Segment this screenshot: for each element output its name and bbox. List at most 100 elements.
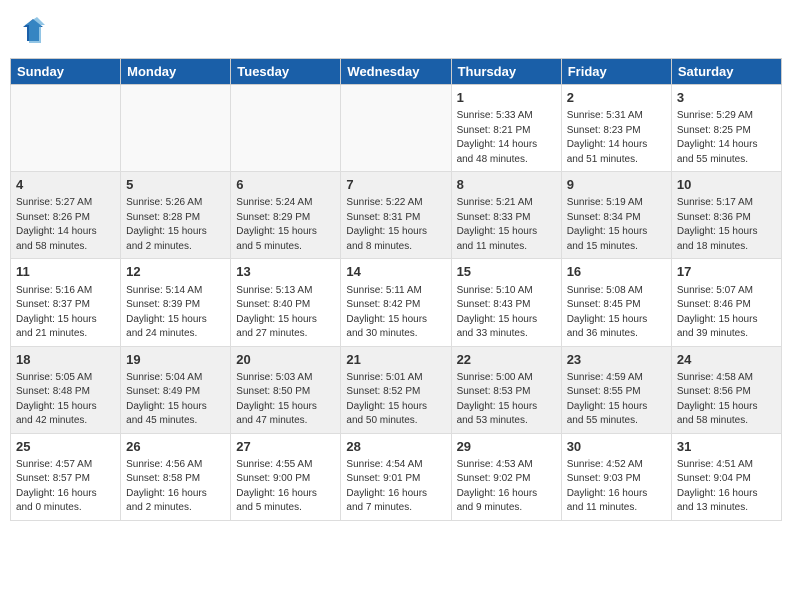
day-number: 26: [126, 438, 225, 456]
day-number: 24: [677, 351, 776, 369]
calendar-cell: 17 Sunrise: 5:07 AM Sunset: 8:46 PM Dayli…: [671, 259, 781, 346]
day-info: Sunrise: 5:24 AM Sunset: 8:29 PM Dayligh…: [236, 196, 335, 254]
day-info: Sunrise: 5:13 AM Sunset: 8:40 PM Dayligh…: [236, 284, 335, 342]
day-info: Sunrise: 5:27 AM Sunset: 8:26 PM Dayligh…: [16, 196, 115, 254]
day-info: Sunrise: 5:14 AM Sunset: 8:39 PM Dayligh…: [126, 284, 225, 342]
day-number: 31: [677, 438, 776, 456]
calendar-cell: 27Sunrise: 4:55 AM Sunset: 9:00 PM Dayli…: [231, 433, 341, 520]
calendar-cell: [341, 85, 451, 172]
day-number: 2: [567, 89, 666, 107]
weekday-header-thursday: Thursday: [451, 59, 561, 85]
day-number: 5: [126, 176, 225, 194]
day-number: 28: [346, 438, 445, 456]
day-number: 14: [346, 263, 445, 281]
day-number: 25: [16, 438, 115, 456]
day-info: Sunrise: 5:19 AM Sunset: 8:34 PM Dayligh…: [567, 196, 666, 254]
page-header: [10, 10, 782, 50]
calendar-cell: 20Sunrise: 5:03 AM Sunset: 8:50 PM Dayli…: [231, 346, 341, 433]
day-number: 12: [126, 263, 225, 281]
weekday-header-friday: Friday: [561, 59, 671, 85]
day-info: Sunrise: 4:53 AM Sunset: 9:02 PM Dayligh…: [457, 458, 556, 516]
day-info: Sunrise: 5:33 AM Sunset: 8:21 PM Dayligh…: [457, 109, 556, 167]
calendar-cell: 7 Sunrise: 5:22 AM Sunset: 8:31 PM Daylig…: [341, 172, 451, 259]
day-number: 22: [457, 351, 556, 369]
calendar-cell: [121, 85, 231, 172]
calendar-cell: 29 Sunrise: 4:53 AM Sunset: 9:02 PM Dayli…: [451, 433, 561, 520]
day-info: Sunrise: 4:51 AM Sunset: 9:04 PM Dayligh…: [677, 458, 776, 516]
day-info: Sunrise: 5:05 AM Sunset: 8:48 PM Dayligh…: [16, 371, 115, 429]
day-info: Sunrise: 4:56 AM Sunset: 8:58 PM Dayligh…: [126, 458, 225, 516]
day-number: 4: [16, 176, 115, 194]
calendar-cell: 22 Sunrise: 5:00 AM Sunset: 8:53 PM Dayli…: [451, 346, 561, 433]
day-number: 29: [457, 438, 556, 456]
day-number: 30: [567, 438, 666, 456]
calendar-week-5: 25 Sunrise: 4:57 AM Sunset: 8:57 PM Dayli…: [11, 433, 782, 520]
day-number: 18: [16, 351, 115, 369]
calendar-cell: 28 Sunrise: 4:54 AM Sunset: 9:01 PM Dayli…: [341, 433, 451, 520]
calendar-cell: 30 Sunrise: 4:52 AM Sunset: 9:03 PM Dayli…: [561, 433, 671, 520]
calendar-cell: 19 Sunrise: 5:04 AM Sunset: 8:49 PM Dayli…: [121, 346, 231, 433]
calendar-week-3: 11Sunrise: 5:16 AM Sunset: 8:37 PM Dayli…: [11, 259, 782, 346]
day-number: 23: [567, 351, 666, 369]
calendar-week-4: 18 Sunrise: 5:05 AM Sunset: 8:48 PM Dayli…: [11, 346, 782, 433]
day-info: Sunrise: 5:00 AM Sunset: 8:53 PM Dayligh…: [457, 371, 556, 429]
day-info: Sunrise: 4:57 AM Sunset: 8:57 PM Dayligh…: [16, 458, 115, 516]
day-number: 6: [236, 176, 335, 194]
weekday-header-tuesday: Tuesday: [231, 59, 341, 85]
day-number: 17: [677, 263, 776, 281]
calendar-cell: 16Sunrise: 5:08 AM Sunset: 8:45 PM Dayli…: [561, 259, 671, 346]
calendar-cell: 2 Sunrise: 5:31 AM Sunset: 8:23 PM Daylig…: [561, 85, 671, 172]
day-info: Sunrise: 5:31 AM Sunset: 8:23 PM Dayligh…: [567, 109, 666, 167]
calendar-cell: [11, 85, 121, 172]
day-number: 13: [236, 263, 335, 281]
calendar-week-1: 1Sunrise: 5:33 AM Sunset: 8:21 PM Daylig…: [11, 85, 782, 172]
calendar-cell: 25 Sunrise: 4:57 AM Sunset: 8:57 PM Dayli…: [11, 433, 121, 520]
calendar-cell: 8Sunrise: 5:21 AM Sunset: 8:33 PM Daylig…: [451, 172, 561, 259]
calendar-cell: 18 Sunrise: 5:05 AM Sunset: 8:48 PM Dayli…: [11, 346, 121, 433]
calendar-cell: 1Sunrise: 5:33 AM Sunset: 8:21 PM Daylig…: [451, 85, 561, 172]
calendar-cell: 26 Sunrise: 4:56 AM Sunset: 8:58 PM Dayli…: [121, 433, 231, 520]
day-number: 11: [16, 263, 115, 281]
calendar-cell: 3Sunrise: 5:29 AM Sunset: 8:25 PM Daylig…: [671, 85, 781, 172]
calendar-cell: [231, 85, 341, 172]
day-info: Sunrise: 5:21 AM Sunset: 8:33 PM Dayligh…: [457, 196, 556, 254]
day-info: Sunrise: 4:54 AM Sunset: 9:01 PM Dayligh…: [346, 458, 445, 516]
weekday-header-monday: Monday: [121, 59, 231, 85]
day-info: Sunrise: 4:58 AM Sunset: 8:56 PM Dayligh…: [677, 371, 776, 429]
calendar-cell: 21 Sunrise: 5:01 AM Sunset: 8:52 PM Dayli…: [341, 346, 451, 433]
calendar-cell: 10 Sunrise: 5:17 AM Sunset: 8:36 PM Dayli…: [671, 172, 781, 259]
day-number: 20: [236, 351, 335, 369]
calendar-cell: 11Sunrise: 5:16 AM Sunset: 8:37 PM Dayli…: [11, 259, 121, 346]
calendar-cell: 12 Sunrise: 5:14 AM Sunset: 8:39 PM Dayli…: [121, 259, 231, 346]
day-info: Sunrise: 5:07 AM Sunset: 8:46 PM Dayligh…: [677, 284, 776, 342]
calendar-table: SundayMondayTuesdayWednesdayThursdayFrid…: [10, 58, 782, 521]
weekday-header-row: SundayMondayTuesdayWednesdayThursdayFrid…: [11, 59, 782, 85]
day-number: 9: [567, 176, 666, 194]
day-number: 16: [567, 263, 666, 281]
day-number: 15: [457, 263, 556, 281]
day-info: Sunrise: 5:22 AM Sunset: 8:31 PM Dayligh…: [346, 196, 445, 254]
weekday-header-sunday: Sunday: [11, 59, 121, 85]
weekday-header-wednesday: Wednesday: [341, 59, 451, 85]
calendar-week-2: 4 Sunrise: 5:27 AM Sunset: 8:26 PM Daylig…: [11, 172, 782, 259]
calendar-cell: 13 Sunrise: 5:13 AM Sunset: 8:40 PM Dayli…: [231, 259, 341, 346]
day-info: Sunrise: 5:26 AM Sunset: 8:28 PM Dayligh…: [126, 196, 225, 254]
calendar-cell: 24 Sunrise: 4:58 AM Sunset: 8:56 PM Dayli…: [671, 346, 781, 433]
day-number: 7: [346, 176, 445, 194]
day-info: Sunrise: 5:29 AM Sunset: 8:25 PM Dayligh…: [677, 109, 776, 167]
day-info: Sunrise: 4:55 AM Sunset: 9:00 PM Dayligh…: [236, 458, 335, 516]
day-number: 19: [126, 351, 225, 369]
day-number: 21: [346, 351, 445, 369]
day-info: Sunrise: 5:17 AM Sunset: 8:36 PM Dayligh…: [677, 196, 776, 254]
calendar-cell: 31 Sunrise: 4:51 AM Sunset: 9:04 PM Dayli…: [671, 433, 781, 520]
day-number: 10: [677, 176, 776, 194]
calendar-cell: 14Sunrise: 5:11 AM Sunset: 8:42 PM Dayli…: [341, 259, 451, 346]
day-info: Sunrise: 5:10 AM Sunset: 8:43 PM Dayligh…: [457, 284, 556, 342]
day-info: Sunrise: 4:52 AM Sunset: 9:03 PM Dayligh…: [567, 458, 666, 516]
day-info: Sunrise: 5:04 AM Sunset: 8:49 PM Dayligh…: [126, 371, 225, 429]
calendar-cell: 23Sunrise: 4:59 AM Sunset: 8:55 PM Dayli…: [561, 346, 671, 433]
logo-icon: [15, 15, 45, 45]
calendar-cell: 15 Sunrise: 5:10 AM Sunset: 8:43 PM Dayli…: [451, 259, 561, 346]
weekday-header-saturday: Saturday: [671, 59, 781, 85]
day-info: Sunrise: 5:01 AM Sunset: 8:52 PM Dayligh…: [346, 371, 445, 429]
